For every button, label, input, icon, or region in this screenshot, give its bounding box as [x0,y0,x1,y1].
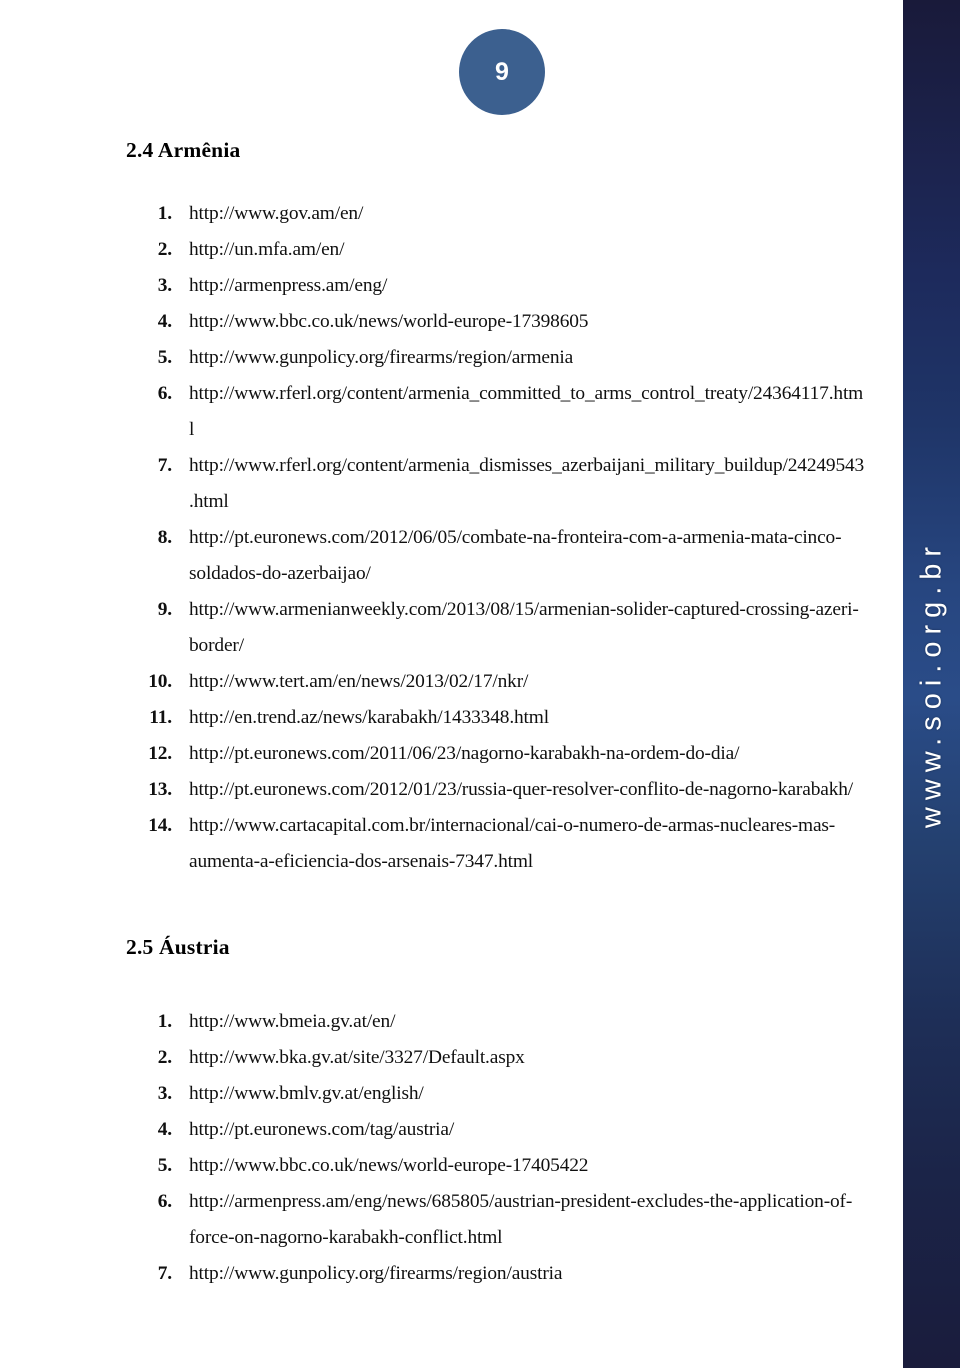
list-item-url: http://pt.euronews.com/2012/01/23/russia… [189,779,854,800]
section-heading-armenia: 2.4 Armênia [126,138,241,162]
list-item-url: http://pt.euronews.com/2012/06/05/combat… [189,527,842,584]
list-item-url: http://www.bbc.co.uk/news/world-europe-1… [189,1155,589,1176]
list-item-number: 3. [157,275,172,296]
list-item-url: http://un.mfa.am/en/ [189,239,345,260]
list-item-number: 6. [157,1191,172,1212]
list-item-number: 6. [157,383,172,404]
list-item: 8. http://pt.euronews.com/2012/06/05/com… [0,520,903,592]
list-item: 12. http://pt.euronews.com/2011/06/23/na… [0,736,903,772]
page-number-badge: 9 [459,29,545,115]
list-item: 7. http://www.rferl.org/content/armenia_… [0,448,903,520]
list-item-number: 14. [148,815,172,836]
list-item-number: 5. [157,347,172,368]
list-item: 1. http://www.gov.am/en/ [0,196,903,232]
list-item-url: http://www.bbc.co.uk/news/world-europe-1… [189,311,589,332]
list-item-url: http://armenpress.am/eng/news/685805/aus… [189,1191,853,1248]
list-item-number: 5. [157,1155,172,1176]
list-item-url: http://pt.euronews.com/tag/austria/ [189,1119,455,1140]
list-item-url: http://www.gunpolicy.org/firearms/region… [189,1263,563,1284]
list-item-url: http://www.bmlv.gv.at/english/ [189,1083,424,1104]
list-item-url: http://www.tert.am/en/news/2013/02/17/nk… [189,671,529,692]
list-item-url: http://www.cartacapital.com.br/internaci… [189,815,836,872]
list-item: 10. http://www.tert.am/en/news/2013/02/1… [0,664,903,700]
list-item: 4. http://pt.euronews.com/tag/austria/ [0,1112,903,1148]
reference-list-armenia: 1. http://www.gov.am/en/ 2. http://un.mf… [0,196,903,880]
list-item-number: 9. [157,599,172,620]
list-item: 5. http://www.gunpolicy.org/firearms/reg… [0,340,903,376]
list-item-number: 2. [157,1047,172,1068]
list-item-url: http://www.rferl.org/content/armenia_com… [189,383,864,440]
list-item: 9. http://www.armenianweekly.com/2013/08… [0,592,903,664]
page-number-label: 9 [495,57,509,86]
list-item-url: http://www.gunpolicy.org/firearms/region… [189,347,574,368]
brand-sidebar-url: www.soi.org.br [915,539,947,829]
list-item-number: 10. [148,671,172,692]
list-item: 11. http://en.trend.az/news/karabakh/143… [0,700,903,736]
list-item-number: 12. [148,743,172,764]
list-item: 7. http://www.gunpolicy.org/firearms/reg… [0,1256,903,1292]
list-item-number: 4. [157,1119,172,1140]
list-item-number: 13. [148,779,172,800]
list-item-url: http://www.armenianweekly.com/2013/08/15… [189,599,859,656]
list-item-url: http://armenpress.am/eng/ [189,275,388,296]
list-item-number: 3. [157,1083,172,1104]
list-item-number: 4. [157,311,172,332]
list-item: 3. http://armenpress.am/eng/ [0,268,903,304]
list-item-number: 7. [157,1263,172,1284]
list-item: 2. http://un.mfa.am/en/ [0,232,903,268]
list-item-url: http://pt.euronews.com/2011/06/23/nagorn… [189,743,740,764]
list-item: 6. http://armenpress.am/eng/news/685805/… [0,1184,903,1256]
list-item: 1. http://www.bmeia.gv.at/en/ [0,1004,903,1040]
list-item: 4. http://www.bbc.co.uk/news/world-europ… [0,304,903,340]
list-item-number: 1. [157,203,172,224]
list-item-number: 7. [157,455,172,476]
section-heading-austria: 2.5 Áustria [126,935,230,959]
list-item: 5. http://www.bbc.co.uk/news/world-europ… [0,1148,903,1184]
list-item: 6. http://www.rferl.org/content/armenia_… [0,376,903,448]
list-item-number: 2. [157,239,172,260]
list-item-url: http://www.rferl.org/content/armenia_dis… [189,455,865,512]
list-item-url: http://www.gov.am/en/ [189,203,364,224]
list-item-number: 1. [157,1011,172,1032]
list-item-url: http://www.bmeia.gv.at/en/ [189,1011,396,1032]
reference-list-austria: 1. http://www.bmeia.gv.at/en/ 2. http://… [0,1004,903,1292]
list-item: 14. http://www.cartacapital.com.br/inter… [0,808,903,880]
list-item-number: 8. [157,527,172,548]
list-item-url: http://www.bka.gv.at/site/3327/Default.a… [189,1047,525,1068]
list-item: 13. http://pt.euronews.com/2012/01/23/ru… [0,772,903,808]
brand-sidebar: www.soi.org.br [903,0,960,1368]
list-item: 2. http://www.bka.gv.at/site/3327/Defaul… [0,1040,903,1076]
list-item-url: http://en.trend.az/news/karabakh/1433348… [189,707,549,728]
list-item: 3. http://www.bmlv.gv.at/english/ [0,1076,903,1112]
page-content: 9 2.4 Armênia 1. http://www.gov.am/en/ 2… [0,0,903,1368]
list-item-number: 11. [149,707,172,728]
